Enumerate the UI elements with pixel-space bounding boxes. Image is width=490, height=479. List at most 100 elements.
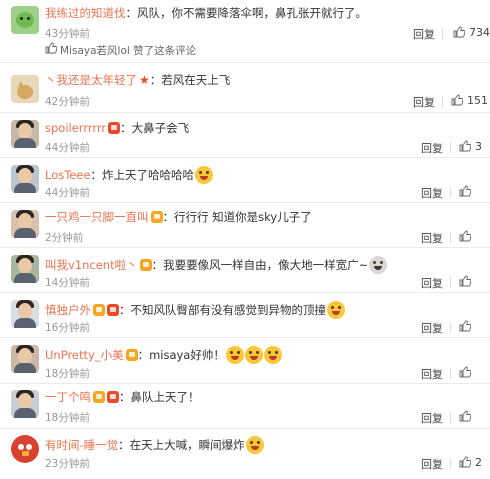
vip-badge-icon xyxy=(93,304,105,316)
comment-line: 一丁个鸣 ：鼻队上天了！ xyxy=(45,390,200,404)
avatar[interactable] xyxy=(11,120,39,148)
username-link[interactable]: 一丁个鸣 xyxy=(45,390,91,404)
thumb-up-icon xyxy=(459,140,472,152)
avatar[interactable] xyxy=(11,390,39,418)
comment-line: 丶我还是太年轻了 ★：若风在天上飞 xyxy=(45,73,230,87)
action-separator xyxy=(450,458,451,469)
comment-text: 若风在天上飞 xyxy=(161,73,231,87)
avatar[interactable] xyxy=(11,75,39,103)
comment-divider xyxy=(0,292,490,293)
avatar[interactable] xyxy=(11,210,39,238)
comment-text: 风队，你不需要降落伞啊，鼻孔张开就行了。 xyxy=(137,6,367,20)
husky-emoji-icon xyxy=(369,256,388,274)
reply-button[interactable]: 回复 xyxy=(421,140,443,156)
reply-button[interactable]: 回复 xyxy=(413,26,435,42)
comment-divider xyxy=(0,247,490,248)
action-separator xyxy=(450,322,451,333)
reply-button[interactable]: 回复 xyxy=(421,275,443,291)
username-link[interactable]: 我练过的知道伐 xyxy=(45,6,126,20)
username-link[interactable]: spoilerrrrrr xyxy=(45,121,106,135)
member-badge-icon xyxy=(108,122,121,134)
reply-button[interactable]: 回复 xyxy=(421,230,443,246)
colon-separator: ： xyxy=(119,390,131,404)
colon-separator: ： xyxy=(118,438,130,452)
reply-button[interactable]: 回复 xyxy=(421,456,443,472)
member-badge-icon xyxy=(107,391,119,403)
action-separator xyxy=(450,412,451,423)
reply-button[interactable]: 回复 xyxy=(413,94,435,110)
comment-divider xyxy=(0,383,490,384)
action-separator xyxy=(450,187,451,198)
avatar[interactable] xyxy=(11,255,39,283)
colon-separator: ： xyxy=(125,6,138,20)
like-button[interactable] xyxy=(459,185,475,198)
comment-divider xyxy=(0,62,490,63)
comment-line: UnPretty_小美 ：misaya好帅！ xyxy=(45,346,282,364)
comment-timestamp: 18分钟前 xyxy=(45,412,90,424)
comment-line: 叫我v1ncent啦丶 ：我要要像风一样自由，像大地一样宽广~ xyxy=(45,256,388,274)
liked-by-note: Misaya若风lol 赞了这条评论 xyxy=(45,42,196,58)
username-link[interactable]: LosTeee xyxy=(45,168,91,182)
username-link[interactable]: 丶我还是太年轻了 xyxy=(45,73,137,87)
like-button[interactable]: 151 xyxy=(451,94,488,107)
like-count: 3 xyxy=(475,140,482,153)
thumb-up-icon xyxy=(459,230,472,242)
star-badge-icon: ★ xyxy=(139,73,150,87)
username-link[interactable]: 一只鸡一只脚一直叫 xyxy=(45,210,149,224)
avatar[interactable] xyxy=(11,435,39,463)
thumb-up-icon xyxy=(459,366,472,378)
comment-text: 我要要像风一样自由，像大地一样宽广~ xyxy=(163,258,369,272)
comment-divider xyxy=(0,112,490,113)
like-button[interactable]: 3 xyxy=(459,140,482,153)
action-separator xyxy=(450,277,451,288)
like-button[interactable]: 734 xyxy=(453,26,490,39)
thumb-up-icon xyxy=(459,275,472,287)
like-button[interactable]: 2 xyxy=(459,456,482,469)
comment-line: LosTeee：炸上天了哈哈哈哈 xyxy=(45,166,214,184)
reply-button[interactable]: 回复 xyxy=(421,410,443,426)
comment-timestamp: 42分钟前 xyxy=(45,96,90,108)
colon-separator: ： xyxy=(120,121,132,135)
comment-text: 在天上大喊，瞬间爆炸 xyxy=(129,438,245,452)
vip-badge-icon xyxy=(150,211,163,223)
avatar[interactable] xyxy=(11,300,39,328)
comment-text: misaya好帅！ xyxy=(149,348,225,362)
avatar[interactable] xyxy=(11,6,39,34)
like-button[interactable] xyxy=(459,410,475,423)
like-button[interactable] xyxy=(459,275,475,288)
reply-button[interactable]: 回复 xyxy=(421,320,443,336)
vip-badge-icon xyxy=(139,259,152,271)
vip-badge-icon xyxy=(93,391,105,403)
colon-separator: ： xyxy=(119,303,131,317)
action-separator xyxy=(450,232,451,243)
comment-timestamp: 23分钟前 xyxy=(45,458,90,470)
comment-line: 有时间-睡一觉：在天上大喊，瞬间爆炸 xyxy=(45,436,264,454)
reply-button[interactable]: 回复 xyxy=(421,366,443,382)
comment-text: 不知风队臀部有没有感觉到异物的顶撞 xyxy=(130,303,327,317)
username-link[interactable]: 叫我v1ncent啦丶 xyxy=(45,258,138,272)
action-separator xyxy=(450,142,451,153)
member-badge-icon xyxy=(107,304,119,316)
thumb-up-icon xyxy=(45,42,58,57)
comment-divider xyxy=(0,157,490,158)
colon-separator: ： xyxy=(137,348,150,362)
like-button[interactable] xyxy=(459,320,475,333)
reply-button[interactable]: 回复 xyxy=(421,185,443,201)
like-button[interactable] xyxy=(459,230,475,243)
username-link[interactable]: UnPretty_小美 xyxy=(45,348,124,362)
laugh-cry-emoji-icon xyxy=(195,166,214,184)
username-link[interactable]: 慎独户外 xyxy=(45,303,91,317)
laugh-emoji-icon xyxy=(327,301,345,319)
username-link[interactable]: 有时间-睡一觉 xyxy=(45,438,118,452)
avatar[interactable] xyxy=(11,345,39,373)
avatar[interactable] xyxy=(11,165,39,193)
like-button[interactable] xyxy=(459,366,475,379)
comment-timestamp: 44分钟前 xyxy=(45,142,90,154)
thumb-up-icon xyxy=(453,26,466,38)
colon-separator: ： xyxy=(90,168,103,182)
shock-emoji-icon xyxy=(225,346,244,364)
comment-divider xyxy=(0,337,490,338)
liked-by-text: Misaya若风lol 赞了这条评论 xyxy=(60,45,197,57)
comment-divider xyxy=(0,202,490,203)
comment-timestamp: 2分钟前 xyxy=(45,232,84,244)
